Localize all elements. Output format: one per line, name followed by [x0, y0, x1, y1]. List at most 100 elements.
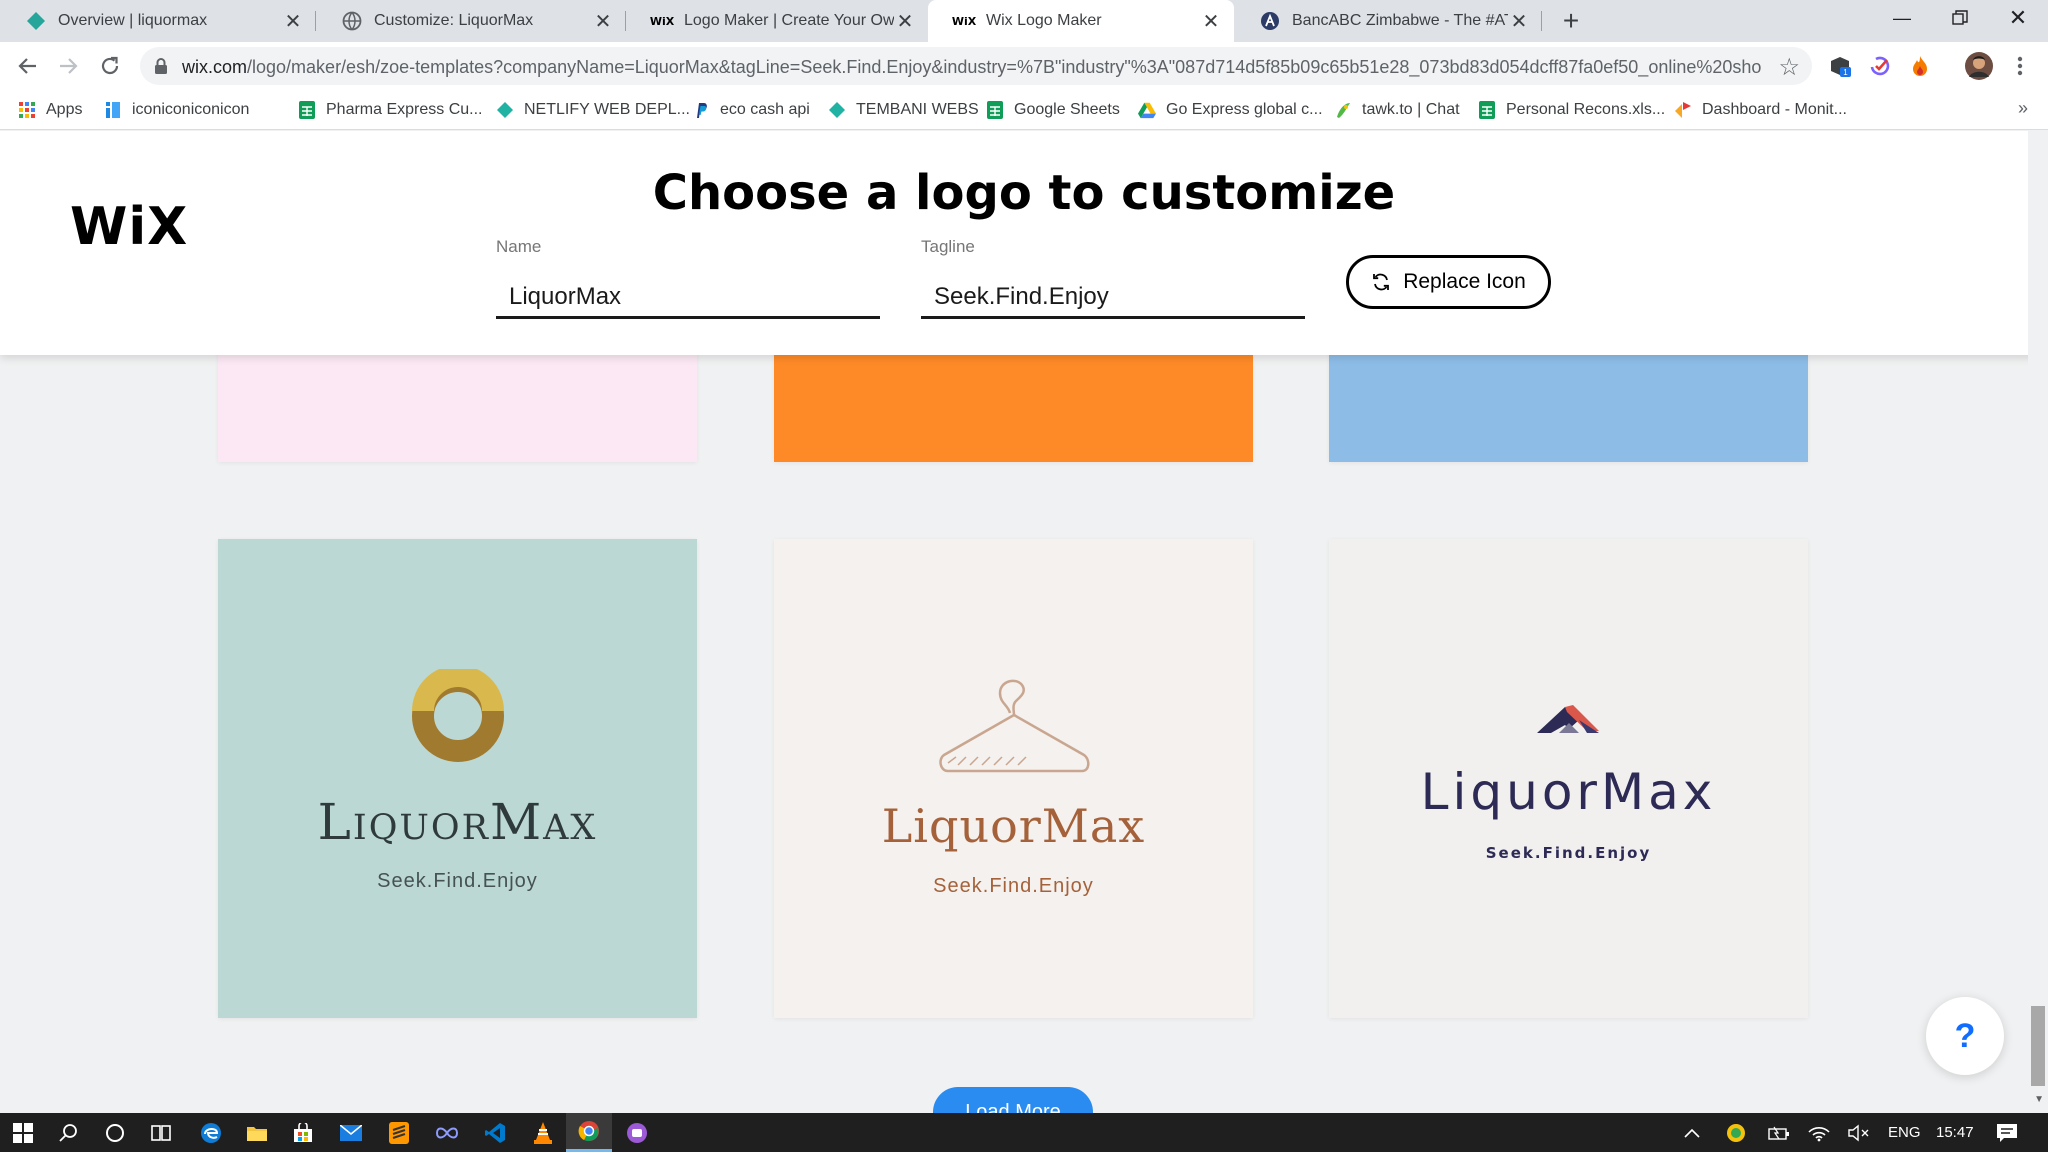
replace-icon-button[interactable]: Replace Icon — [1346, 255, 1551, 309]
bookmarks-more-button[interactable]: » — [2018, 98, 2028, 119]
sheets-icon — [298, 101, 316, 119]
tab-title: Wix Logo Maker — [986, 12, 1102, 29]
bookmark-pharma-express[interactable]: Pharma Express Cu... — [298, 98, 483, 122]
lock-icon — [154, 57, 168, 80]
bookmark-netlify[interactable]: NETLIFY WEB DEPL... — [496, 98, 690, 122]
replace-icon-label: Replace Icon — [1403, 270, 1526, 293]
svg-text:1: 1 — [1843, 68, 1848, 77]
bookmark-label: eco cash api — [720, 101, 810, 118]
sheets-icon — [1478, 101, 1496, 119]
purple-app-icon[interactable] — [614, 1113, 660, 1152]
forward-button[interactable] — [52, 50, 84, 82]
donut-ring-icon — [411, 665, 505, 768]
sheets-icon — [986, 101, 1004, 119]
tab-logo-maker-create[interactable]: WiX Logo Maker | Create Your Own Fr ✕ — [626, 0, 928, 42]
url-text[interactable]: wix.com/logo/maker/esh/zoe-templates?com… — [182, 57, 1762, 78]
clock-time[interactable]: 15:47 — [1936, 1113, 1974, 1152]
tray-app-icon[interactable] — [1726, 1113, 1746, 1152]
close-icon[interactable]: ✕ — [1200, 10, 1222, 33]
close-icon[interactable]: ✕ — [894, 10, 916, 33]
tab-wix-logo-maker[interactable]: WiX Wix Logo Maker ✕ — [928, 0, 1234, 42]
reload-button[interactable] — [94, 50, 126, 82]
new-tab-button[interactable]: + — [1556, 5, 1586, 36]
windows-start-icon[interactable] — [0, 1113, 46, 1152]
extension-box-icon[interactable]: 1 — [1826, 52, 1854, 80]
wifi-icon[interactable] — [1808, 1113, 1830, 1152]
bookmark-tawk[interactable]: tawk.to | Chat — [1334, 98, 1460, 122]
bookmark-label: iconiconiconicon — [132, 101, 250, 118]
logo-name-text: LiquorMax — [881, 799, 1146, 853]
bookmark-label: Personal Recons.xls... — [1506, 101, 1666, 118]
bookmark-personal-recons[interactable]: Personal Recons.xls... — [1478, 98, 1665, 122]
close-window-button[interactable]: ✕ — [1988, 0, 2048, 36]
tab-overview-liquormax[interactable]: Overview | liquormax ✕ — [0, 0, 316, 42]
logo-card-3[interactable]: LiquorMax Seek.Find.Enjoy — [1329, 539, 1808, 1018]
bookmark-star-icon[interactable]: ☆ — [1778, 53, 1800, 82]
close-icon[interactable]: ✕ — [1508, 10, 1530, 33]
vlc-icon[interactable] — [520, 1113, 566, 1152]
chrome-taskbar-icon[interactable] — [566, 1113, 612, 1152]
battery-icon[interactable] — [1768, 1113, 1790, 1152]
scroll-down-arrow-icon[interactable]: ▼ — [2034, 1094, 2044, 1105]
restore-button[interactable] — [1930, 0, 1990, 36]
logo-card-1[interactable]: LiquorMax Seek.Find.Enjoy — [218, 539, 697, 1018]
close-icon[interactable]: ✕ — [282, 10, 304, 33]
bookmark-eco-cash[interactable]: eco cash api — [692, 98, 810, 122]
page-scrollbar[interactable]: ▼ — [2028, 131, 2048, 1113]
edge-icon[interactable] — [188, 1113, 234, 1152]
infinity-app-icon[interactable] — [424, 1113, 470, 1152]
netlify-icon — [828, 101, 846, 119]
page-content: WiX Choose a logo to customize Name Liqu… — [0, 131, 2048, 1113]
minimize-button[interactable]: — — [1872, 0, 1932, 36]
close-icon[interactable]: ✕ — [592, 10, 614, 33]
apps-grid-icon — [18, 101, 36, 119]
help-button[interactable]: ? — [1926, 997, 2004, 1075]
volume-muted-icon[interactable] — [1848, 1113, 1870, 1152]
store-icon[interactable] — [280, 1113, 326, 1152]
url-host: wix.com — [182, 57, 248, 77]
check-extension-icon[interactable] — [1866, 52, 1894, 80]
tab-bancabc[interactable]: BancABC Zimbabwe - The #ATea ✕ — [1234, 0, 1542, 42]
task-view-icon[interactable] — [138, 1113, 184, 1152]
bookmark-iconicon[interactable]: iconiconiconicon — [104, 98, 249, 122]
back-button[interactable] — [12, 50, 44, 82]
name-input[interactable]: LiquorMax — [496, 269, 880, 319]
sublime-text-icon[interactable] — [376, 1113, 422, 1152]
netlify-icon — [496, 101, 514, 119]
vscode-icon[interactable] — [472, 1113, 518, 1152]
search-icon[interactable] — [46, 1113, 92, 1152]
tab-title: Logo Maker | Create Your Own Fr — [684, 12, 894, 29]
logo-tagline-text: Seek.Find.Enjoy — [933, 875, 1094, 897]
tray-chevron-icon[interactable] — [1684, 1113, 1700, 1152]
bookmark-label: Google Sheets — [1014, 101, 1120, 118]
notifications-icon[interactable] — [1996, 1113, 2018, 1152]
bookmark-dashboard[interactable]: Dashboard - Monit... — [1674, 98, 1847, 122]
browser-menu-icon[interactable] — [2006, 52, 2034, 80]
globe-icon — [342, 11, 362, 31]
bookmark-google-sheets[interactable]: Google Sheets — [986, 98, 1120, 122]
tawk-icon — [1334, 101, 1352, 119]
url-path: /logo/maker/esh/zoe-templates?companyNam… — [247, 57, 1762, 77]
bookmark-tembani[interactable]: TEMBANI WEBS — [828, 98, 979, 122]
dashboard-icon — [1674, 101, 1692, 119]
bookmark-go-express[interactable]: Go Express global c... — [1138, 98, 1323, 122]
bookmark-apps[interactable]: Apps — [18, 98, 82, 122]
bookmark-label: Go Express global c... — [1166, 101, 1323, 118]
tab-title: Overview | liquormax — [58, 12, 208, 29]
load-more-button[interactable]: Load More — [933, 1087, 1093, 1113]
logo-customize-header: WiX Choose a logo to customize Name Liqu… — [0, 131, 2048, 355]
language-indicator[interactable]: ENG — [1888, 1113, 1921, 1152]
profile-avatar[interactable] — [1964, 51, 1994, 81]
cortana-icon[interactable] — [92, 1113, 138, 1152]
scrollbar-thumb[interactable] — [2031, 1006, 2045, 1086]
tagline-input[interactable]: Seek.Find.Enjoy — [921, 269, 1305, 319]
logo-card-2[interactable]: LiquorMax Seek.Find.Enjoy — [774, 539, 1253, 1018]
wix-icon: WiX — [649, 14, 675, 28]
tab-title: BancABC Zimbabwe - The #ATea — [1292, 12, 1508, 29]
mail-icon[interactable] — [328, 1113, 374, 1152]
fire-extension-icon[interactable] — [1906, 52, 1934, 80]
tab-customize-liquormax[interactable]: Customize: LiquorMax ✕ — [316, 0, 626, 42]
bookmarks-bar: Apps iconiconiconicon Pharma Express Cu.… — [0, 90, 2048, 130]
address-bar[interactable]: wix.com/logo/maker/esh/zoe-templates?com… — [140, 47, 1812, 85]
file-explorer-icon[interactable] — [234, 1113, 280, 1152]
